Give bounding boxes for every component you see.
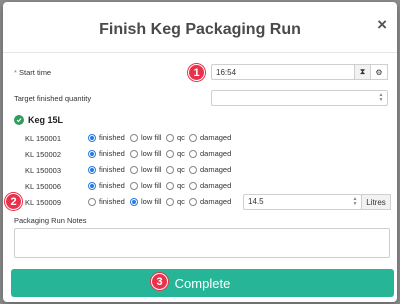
radio-finished[interactable]: finished [88, 197, 125, 206]
step-badge-2: 2 [5, 193, 22, 210]
quantity-stepper[interactable]: ▲ ▼ [378, 93, 384, 103]
radio-damaged[interactable]: damaged [189, 165, 231, 174]
radio-button[interactable] [166, 181, 174, 190]
radio-label: low fill [141, 181, 162, 190]
radio-label: qc [177, 133, 185, 142]
radio-label: damaged [200, 149, 232, 158]
radio-button[interactable] [88, 133, 96, 142]
radio-label: qc [177, 165, 185, 174]
radio-finished[interactable]: finished [88, 165, 125, 174]
radio-label: damaged [200, 197, 232, 206]
low-fill-amount-input[interactable]: 14.5 ▲ ▼ [243, 194, 362, 210]
keg-section-title: Keg 15L [14, 115, 63, 125]
radio-label: low fill [141, 149, 162, 158]
hourglass-icon[interactable]: ⧗ [354, 64, 371, 80]
keg-id: KL 150006 [25, 182, 62, 191]
radio-button[interactable] [189, 149, 197, 158]
keg-row: KL 150006 finished low fill qc damaged [3, 179, 397, 193]
radio-label: low fill [141, 197, 162, 206]
radio-qc[interactable]: qc [166, 165, 185, 174]
radio-button[interactable] [130, 165, 138, 174]
radio-qc[interactable]: qc [166, 149, 185, 158]
radio-label: damaged [200, 165, 232, 174]
radio-label: finished [99, 181, 125, 190]
radio-button[interactable] [88, 181, 96, 190]
radio-damaged[interactable]: damaged [189, 197, 231, 206]
close-icon[interactable]: × [377, 16, 387, 33]
keg-id: KL 150002 [25, 150, 62, 159]
radio-damaged[interactable]: damaged [189, 149, 231, 158]
radio-finished[interactable]: finished [88, 149, 125, 158]
radio-button[interactable] [88, 165, 96, 174]
radio-label: qc [177, 181, 185, 190]
notes-label: Packaging Run Notes [14, 216, 87, 225]
target-quantity-label: Target finished quantity [14, 94, 92, 103]
finish-keg-packaging-dialog: Finish Keg Packaging Run × * Start time … [3, 2, 397, 302]
radio-button[interactable] [166, 149, 174, 158]
radio-label: low fill [141, 165, 162, 174]
dialog-header: Finish Keg Packaging Run × [3, 2, 397, 53]
radio-low-fill[interactable]: low fill [130, 181, 161, 190]
radio-label: finished [99, 149, 125, 158]
radio-finished[interactable]: finished [88, 133, 125, 142]
unit-addon: Litres [361, 194, 391, 210]
radio-button[interactable] [130, 181, 138, 190]
radio-label: finished [99, 133, 125, 142]
keg-row: KL 150002 finished low fill qc damaged [3, 147, 397, 161]
radio-label: qc [177, 197, 185, 206]
radio-label: damaged [200, 181, 232, 190]
complete-button[interactable]: Complete [11, 269, 394, 297]
radio-label: qc [177, 149, 185, 158]
complete-button-label: Complete [174, 275, 231, 291]
radio-button[interactable] [130, 133, 138, 142]
radio-button[interactable] [166, 133, 174, 142]
notes-textarea[interactable] [14, 228, 390, 258]
radio-low-fill[interactable]: low fill [130, 197, 161, 206]
radio-button[interactable] [189, 181, 197, 190]
radio-qc[interactable]: qc [166, 181, 185, 190]
radio-low-fill[interactable]: low fill [130, 165, 161, 174]
step-badge-1: 1 [188, 64, 205, 81]
radio-damaged[interactable]: damaged [189, 181, 231, 190]
radio-button[interactable] [130, 149, 138, 158]
radio-low-fill[interactable]: low fill [130, 133, 161, 142]
radio-button[interactable] [189, 197, 197, 206]
radio-button[interactable] [166, 165, 174, 174]
radio-button[interactable] [130, 197, 138, 206]
keg-id: KL 150001 [25, 134, 62, 143]
keg-row: KL 150001 finished low fill qc damaged [3, 131, 397, 145]
radio-damaged[interactable]: damaged [189, 133, 231, 142]
radio-label: finished [99, 165, 125, 174]
radio-qc[interactable]: qc [166, 133, 185, 142]
radio-button[interactable] [166, 197, 174, 206]
radio-button[interactable] [88, 149, 96, 158]
radio-finished[interactable]: finished [88, 181, 125, 190]
target-quantity-input[interactable]: ▲ ▼ [211, 90, 388, 106]
start-time-input[interactable] [211, 64, 355, 80]
required-marker: * [14, 68, 17, 77]
settings-icon[interactable]: ⚙ [370, 64, 388, 80]
start-time-label-text: Start time [19, 68, 52, 77]
start-time-label: * Start time [14, 68, 51, 77]
dialog-title: Finish Keg Packaging Run [99, 21, 301, 38]
radio-low-fill[interactable]: low fill [130, 149, 161, 158]
keg-id: KL 150009 [25, 198, 62, 207]
check-circle-icon [14, 115, 24, 125]
keg-row: KL 150003 finished low fill qc damaged [3, 163, 397, 177]
keg-id: KL 150003 [25, 166, 62, 175]
radio-qc[interactable]: qc [166, 197, 185, 206]
low-fill-amount-value: 14.5 [248, 197, 264, 206]
radio-label: finished [99, 197, 125, 206]
radio-button[interactable] [189, 165, 197, 174]
step-badge-3: 3 [151, 273, 168, 290]
keg-type-label: Keg 15L [28, 115, 64, 125]
radio-label: low fill [141, 133, 162, 142]
amount-stepper[interactable]: ▲ ▼ [352, 197, 358, 207]
radio-label: damaged [200, 133, 232, 142]
radio-button[interactable] [189, 133, 197, 142]
radio-button[interactable] [88, 197, 96, 206]
